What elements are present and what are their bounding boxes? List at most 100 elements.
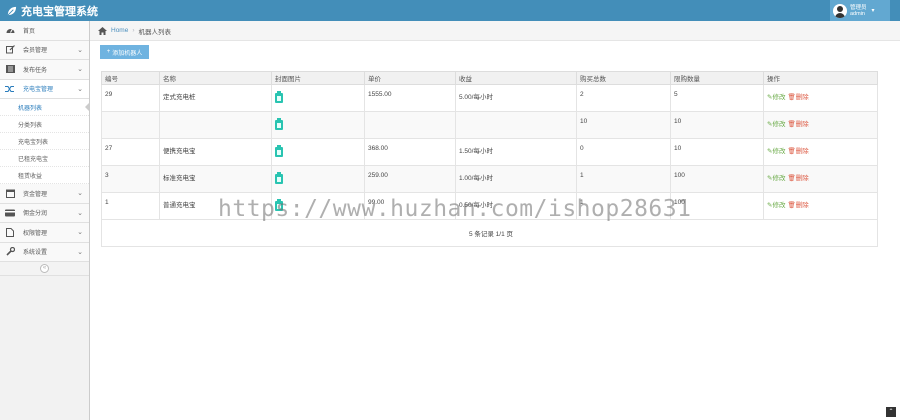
- cell-image: [271, 138, 365, 166]
- calendar-icon: [5, 188, 15, 198]
- user-menu[interactable]: 管理员 admin ▾: [830, 0, 890, 21]
- image-thumbnail-icon[interactable]: [275, 145, 283, 157]
- sidebar-item-label: 发布任务: [23, 67, 48, 74]
- tachometer-icon: [5, 25, 15, 35]
- delete-button[interactable]: 🗑删除: [787, 202, 808, 209]
- column-header[interactable]: 购买总数: [576, 71, 671, 85]
- caret-down-icon: ▾: [871, 8, 875, 14]
- app-title: 充电宝管理系统: [21, 6, 98, 18]
- image-thumbnail-icon[interactable]: [275, 199, 283, 211]
- column-header[interactable]: 操作: [763, 71, 878, 85]
- pagination-row: 5 条记录 1/1 页: [101, 219, 878, 247]
- edit-button[interactable]: ✎修改: [767, 148, 785, 155]
- edit-button[interactable]: ✎修改: [767, 94, 785, 101]
- column-header[interactable]: 名称: [159, 71, 272, 85]
- sidebar-item-members[interactable]: 会员管理 ⌄: [0, 40, 89, 60]
- table-row: 29 定式充电桩 1555.00 5.00/每小时 2 5 ✎修改 🗑删除: [101, 84, 878, 112]
- chevron-down-icon: ⌄: [77, 46, 83, 54]
- brand[interactable]: 充电宝管理系统: [6, 3, 98, 19]
- file-icon: [5, 227, 15, 237]
- cell-id: [101, 111, 160, 139]
- cell-actions: ✎修改 🗑删除: [763, 192, 878, 220]
- sidebar-item-settings[interactable]: 系统设置 ⌄: [0, 242, 89, 262]
- cell-actions: ✎修改 🗑删除: [763, 138, 878, 166]
- cell-id: 1: [101, 192, 160, 220]
- sidebar-item-funds[interactable]: 资金管理 ⌄: [0, 184, 89, 204]
- breadcrumb-home-link[interactable]: Home: [111, 27, 128, 34]
- column-header[interactable]: 单价: [364, 71, 456, 85]
- sidebar-item-permissions[interactable]: 权限管理 ⌄: [0, 223, 89, 243]
- cell-total: 1: [576, 192, 671, 220]
- cell-limit: 5: [670, 84, 764, 112]
- cell-id: 29: [101, 84, 160, 112]
- sidebar-item-label: 首页: [23, 28, 36, 35]
- sidebar-subitem-powerbanks[interactable]: 充电宝列表: [0, 133, 89, 150]
- edit-button[interactable]: ✎修改: [767, 202, 785, 209]
- chevron-down-icon: ⌄: [77, 229, 83, 236]
- shuffle-icon: [5, 84, 15, 94]
- edit-button[interactable]: ✎修改: [767, 121, 785, 128]
- sidebar-subitem-categories[interactable]: 分类列表: [0, 116, 89, 133]
- cell-name: 便携充电宝: [159, 138, 272, 166]
- sidebar-collapse-button[interactable]: «: [0, 262, 89, 276]
- sidebar-item-label: 充电宝管理: [23, 87, 54, 94]
- list-icon: [5, 64, 15, 74]
- cell-income: [455, 111, 577, 139]
- column-header[interactable]: 收益: [455, 71, 577, 85]
- chevron-down-icon: ⌄: [77, 190, 83, 197]
- column-header[interactable]: 封面图片: [271, 71, 365, 85]
- wrench-icon: [5, 247, 15, 257]
- cell-name: 普通充电宝: [159, 192, 272, 220]
- sidebar: 首页 会员管理 ⌄ 发布任务 ⌄ 充电宝管理 ⌄ 机器列表 分类列表 充电宝列表…: [0, 21, 90, 420]
- cell-income: 1.00/每小时: [455, 165, 577, 193]
- cell-name: [159, 111, 272, 139]
- cell-total: 10: [576, 111, 671, 139]
- image-thumbnail-icon[interactable]: [275, 91, 283, 103]
- sidebar-subitem-machines[interactable]: 机器列表: [0, 99, 90, 116]
- user-name: admin: [850, 10, 865, 17]
- robot-table: 编号 名称 封面图片 单价 收益 购买总数 限购数量 操作 29 定式充电桩 1…: [101, 71, 878, 247]
- cell-income: 1.50/每小时: [455, 138, 577, 166]
- home-icon: [98, 26, 107, 35]
- cell-limit: 100: [670, 165, 764, 193]
- chevron-down-icon: ⌄: [77, 209, 83, 217]
- image-thumbnail-icon[interactable]: [275, 118, 283, 130]
- sidebar-subitem-rented[interactable]: 已租充电宝: [0, 150, 89, 167]
- avatar: [833, 3, 847, 18]
- breadcrumb-separator-icon: ›: [132, 27, 135, 34]
- cell-limit: 10: [670, 111, 764, 139]
- cell-total: 0: [576, 138, 671, 166]
- sidebar-item-powerbank[interactable]: 充电宝管理 ⌄: [0, 79, 89, 99]
- image-thumbnail-icon[interactable]: [275, 172, 283, 184]
- delete-button[interactable]: 🗑删除: [787, 148, 808, 155]
- edit-button[interactable]: ✎修改: [767, 175, 785, 182]
- double-chevron-up-icon: ⌃: [888, 409, 894, 415]
- cell-image: [271, 165, 365, 193]
- column-header[interactable]: 编号: [101, 71, 160, 85]
- edit-icon: [5, 45, 15, 55]
- sidebar-item-commission[interactable]: 佣金分润 ⌄: [0, 203, 89, 223]
- table-row: 10 10 ✎修改 🗑删除: [101, 111, 878, 139]
- delete-button[interactable]: 🗑删除: [787, 175, 808, 182]
- sidebar-item-label: 权限管理: [23, 230, 48, 237]
- cell-price: [364, 111, 456, 139]
- sidebar-item-tasks[interactable]: 发布任务 ⌄: [0, 60, 89, 80]
- delete-button[interactable]: 🗑删除: [787, 121, 808, 128]
- cell-income: 5.00/每小时: [455, 84, 577, 112]
- cell-actions: ✎修改 🗑删除: [763, 165, 878, 193]
- breadcrumb-current: 机器人列表: [138, 28, 172, 36]
- delete-button[interactable]: 🗑删除: [787, 94, 808, 101]
- column-header[interactable]: 限购数量: [670, 71, 764, 85]
- add-robot-button[interactable]: + 添加机器人: [100, 45, 149, 59]
- cell-image: [271, 192, 365, 220]
- cell-actions: ✎修改 🗑删除: [763, 111, 878, 139]
- scroll-top-button[interactable]: ⌃: [886, 407, 896, 417]
- cell-image: [271, 111, 365, 139]
- sidebar-item-home[interactable]: 首页: [0, 21, 89, 41]
- cell-image: [271, 84, 365, 112]
- sidebar-subitem-income[interactable]: 租赁收益: [0, 167, 89, 184]
- cell-total: 1: [576, 165, 671, 193]
- cell-name: 标准充电宝: [159, 165, 272, 193]
- cell-price: 368.00: [364, 138, 456, 166]
- table-row: 27 便携充电宝 368.00 1.50/每小时 0 10 ✎修改 🗑删除: [101, 138, 878, 166]
